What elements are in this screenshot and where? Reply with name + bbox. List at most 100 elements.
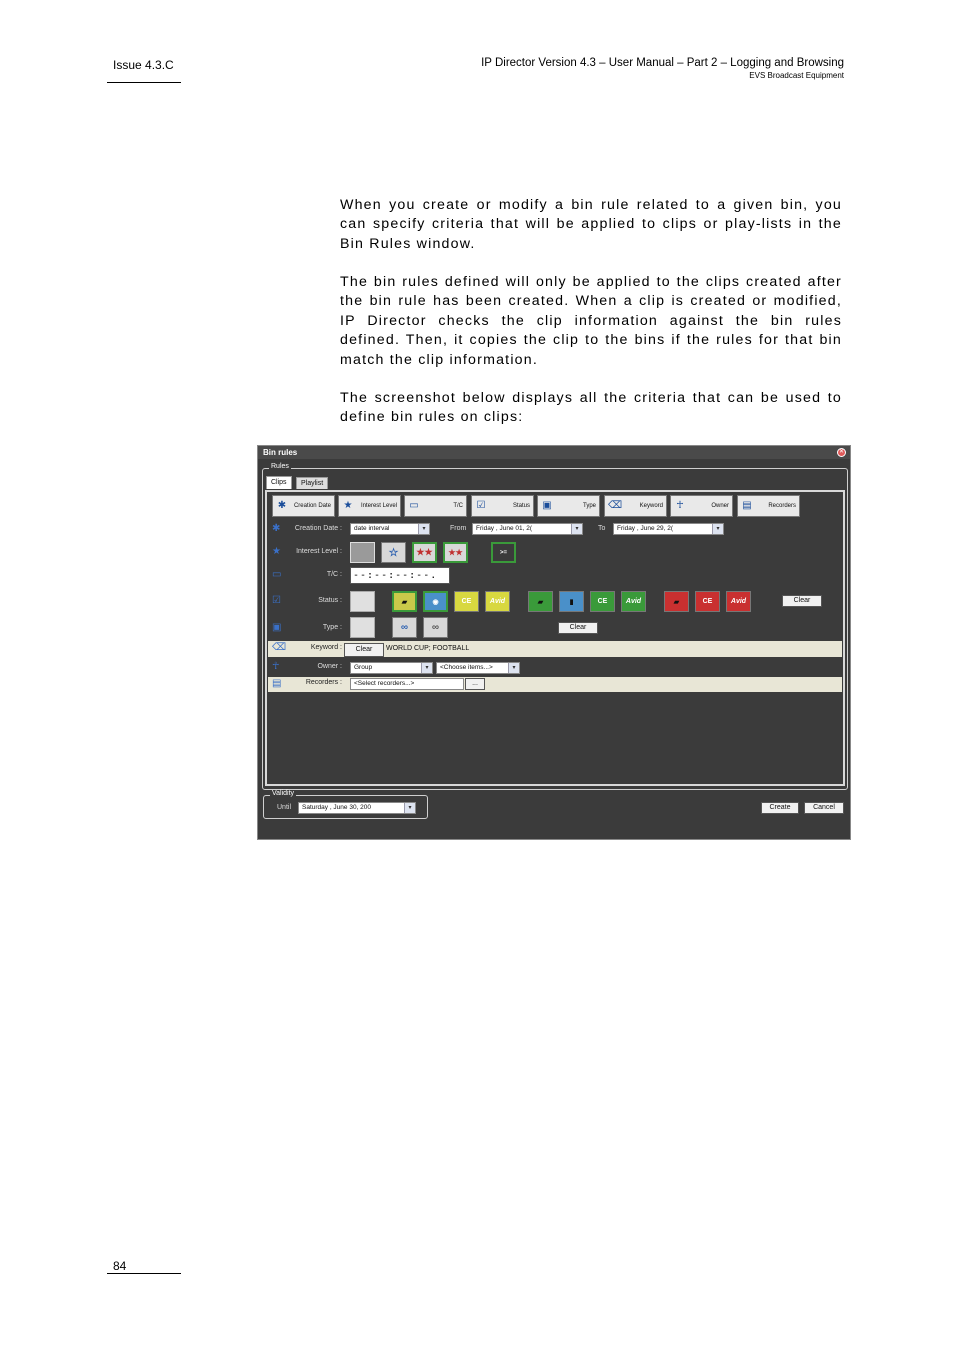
row-interest-level: ★ Interest Level : ☆ ★★ ★★ >= [268, 540, 842, 564]
rules-group-label: Rules [269, 463, 291, 470]
header-rule-left [107, 82, 181, 83]
rules-group: Rules Clips Playlist ✱ Creation Date ★ Int… [262, 463, 848, 790]
criterion-recorders[interactable]: ▤ Recorders [737, 495, 800, 517]
date-mode-select[interactable]: date interval ▾ [350, 523, 430, 535]
recorder-icon: ▤ [272, 678, 282, 689]
chevron-down-icon: ▾ [418, 524, 429, 534]
avid-yellow-icon[interactable]: Avid [485, 591, 510, 612]
row-label: Owner : [317, 663, 342, 670]
header-issue: Issue 4.3.C [113, 58, 174, 72]
to-date-picker[interactable]: Friday , June 29, 2(▾ [613, 523, 724, 535]
row-label: Creation Date : [294, 525, 342, 532]
to-label: To [598, 525, 606, 532]
status-clear-button[interactable]: Clear [782, 595, 822, 607]
chevron-down-icon: ▾ [571, 524, 582, 534]
recorders-input[interactable]: <Select recorders...> [350, 678, 464, 690]
paragraph-2: The bin rules defined will only be appli… [340, 274, 842, 368]
one-star-icon[interactable]: ☆ [381, 542, 406, 563]
clip-type-2-icon[interactable]: ∞ [423, 617, 448, 638]
checkbox-icon: ☑ [272, 595, 281, 606]
bin-rules-dialog: Bin rules ✕ Rules Clips Playlist ✱ Creati… [257, 445, 851, 840]
star-icon: ★ [343, 500, 353, 511]
two-stars-icon[interactable]: ★★ [412, 542, 437, 563]
paragraph-3: The screenshot below displays all the cr… [340, 390, 842, 426]
keyword-clear-button[interactable]: Clear [344, 643, 384, 657]
green-folder-icon[interactable]: ▰ [528, 591, 553, 612]
validity-group: Validity Until Saturday , June 30, 200 ▾ [263, 790, 428, 819]
star-icon: ★ [272, 546, 281, 557]
row-recorders: ▤ Recorders : <Select recorders...> ... [268, 677, 842, 692]
row-label: T/C : [326, 571, 342, 578]
close-icon[interactable]: ✕ [837, 448, 846, 457]
from-date-picker[interactable]: Friday , June 01, 2(▾ [472, 523, 583, 535]
criterion-keyword[interactable]: ⌫ Keyword [604, 495, 667, 517]
create-button[interactable]: Create [761, 802, 799, 814]
tc-input[interactable]: --:--:--:--. [350, 567, 450, 584]
paragraph-1: When you create or modify a bin rule rel… [340, 197, 842, 252]
until-label: Until [277, 804, 292, 811]
row-type: ▣ Type : ∞ ∞ Clear [268, 615, 842, 639]
criterion-interest-level[interactable]: ★ Interest Level [338, 495, 401, 517]
owner-select[interactable]: Group ▾ [350, 662, 433, 674]
three-stars-icon[interactable]: ★★ [443, 542, 468, 563]
criterion-creation-date[interactable]: ✱ Creation Date [272, 495, 335, 517]
folder-icon[interactable]: ▰ [392, 591, 417, 612]
criterion-tc[interactable]: ▭ T/C [404, 495, 467, 517]
red-folder-icon[interactable]: ▰ [664, 591, 689, 612]
clip-type-icon[interactable]: ∞ [392, 617, 417, 638]
creation-date-icon: ✱ [272, 523, 281, 534]
keyword-icon: ⌫ [272, 642, 287, 653]
ce-red-icon[interactable]: CE [695, 591, 720, 612]
until-date-picker[interactable]: Saturday , June 30, 200 ▾ [298, 802, 416, 814]
ce-green-icon[interactable]: CE [590, 591, 615, 612]
criterion-status[interactable]: ☑ Status [471, 495, 534, 517]
row-label: Keyword : [310, 644, 342, 651]
page-number: 84 [113, 1259, 127, 1273]
archive-icon[interactable]: ◉ [423, 591, 448, 612]
ce-yellow-icon[interactable]: CE [454, 591, 479, 612]
chevron-down-icon: ▾ [508, 663, 519, 673]
footer-rule [107, 1273, 181, 1274]
criterion-owner[interactable]: ☥ Owner [670, 495, 733, 517]
row-creation-date: ✱ Creation Date : date interval ▾ From Fr… [268, 521, 842, 538]
person-icon: ☥ [676, 500, 684, 511]
criteria-panel: ✱ Creation Date ★ Interest Level ▭ T/C ☑ Sta… [265, 490, 845, 786]
header-right: IP Director Version 4.3 – User Manual – … [481, 57, 844, 80]
row-label: Type : [322, 624, 342, 631]
timecode-icon: ▭ [272, 569, 282, 580]
type-none[interactable] [350, 617, 375, 638]
blue-archive-icon[interactable]: ▮ [559, 591, 584, 612]
owner-items-select[interactable]: <Choose items...> ▾ [436, 662, 520, 674]
chevron-down-icon: ▾ [404, 803, 415, 813]
tab-playlist[interactable]: Playlist [296, 477, 329, 489]
keyword-input[interactable]: WORLD CUP; FOOTBALL [386, 642, 840, 656]
timecode-icon: ▭ [409, 500, 419, 511]
validity-group-label: Validity [270, 790, 297, 797]
header-title: IP Director Version 4.3 – User Manual – … [481, 57, 844, 69]
creation-date-icon: ✱ [277, 500, 287, 511]
row-label: Interest Level : [296, 548, 342, 555]
avid-red-icon[interactable]: Avid [726, 591, 751, 612]
cancel-button[interactable]: Cancel [804, 802, 844, 814]
recorders-browse-button[interactable]: ... [465, 678, 485, 690]
interest-level-none[interactable] [350, 542, 375, 563]
greater-equal-toggle[interactable]: >= [491, 542, 516, 563]
chevron-down-icon: ▾ [712, 524, 723, 534]
type-icon: ▣ [542, 500, 552, 511]
criterion-type[interactable]: ▣ Type [537, 495, 600, 517]
header-company: EVS Broadcast Equipment [749, 71, 844, 80]
row-status: ☑ Status : ▰ ◉ CE Avid ▰ ▮ CE Avid ▰ CE … [268, 588, 842, 614]
status-none[interactable] [350, 591, 375, 612]
chevron-down-icon: ▾ [421, 663, 432, 673]
type-icon: ▣ [272, 622, 282, 633]
avid-green-icon[interactable]: Avid [621, 591, 646, 612]
checkbox-icon: ☑ [476, 500, 486, 511]
row-owner: ☥ Owner : Group ▾ <Choose items...> ▾ [268, 659, 842, 676]
recorder-icon: ▤ [742, 500, 752, 511]
row-keyword: ⌫ Keyword : Clear WORLD CUP; FOOTBALL [268, 641, 842, 657]
row-label: Status : [318, 597, 342, 604]
row-label: Recorders : [305, 679, 342, 686]
from-label: From [450, 525, 467, 532]
tab-clips[interactable]: Clips [266, 476, 292, 489]
type-clear-button[interactable]: Clear [558, 622, 598, 634]
